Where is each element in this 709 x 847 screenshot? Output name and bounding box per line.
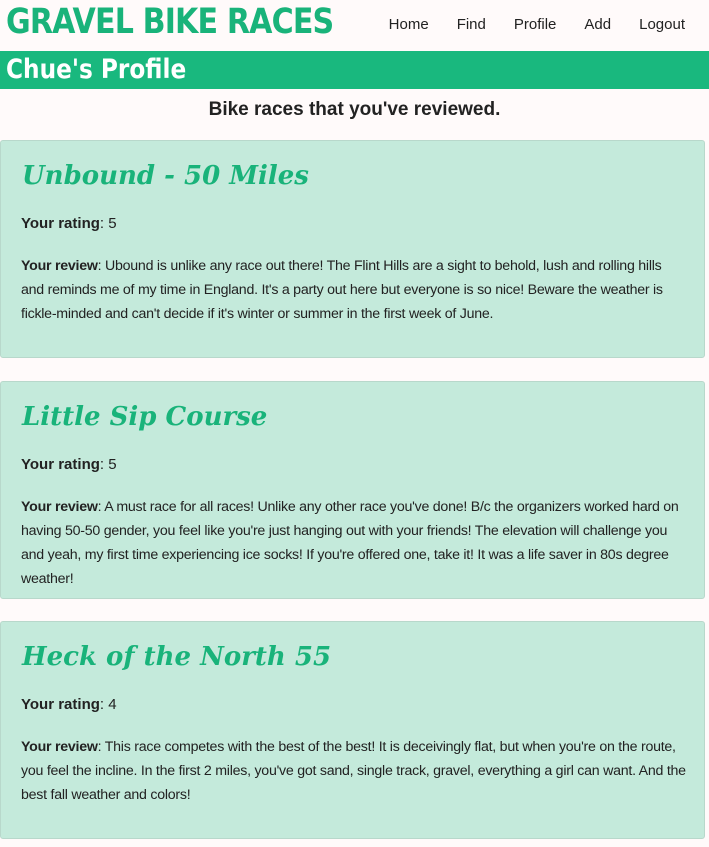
rating-label: Your rating — [21, 456, 100, 473]
review-card: Heck of the North 55 Your rating: 4 Your… — [0, 621, 705, 839]
review-label: Your review — [21, 499, 98, 515]
rating-value: : 5 — [99, 456, 117, 473]
race-name: Little Sip Course — [22, 402, 268, 432]
site-title: GRAVEL BIKE RACES — [6, 2, 334, 42]
review-line: Your review: This race competes with the… — [21, 735, 687, 807]
race-name: Heck of the North 55 — [22, 642, 332, 672]
nav-add-link[interactable]: Add — [584, 16, 631, 33]
nav-profile-link[interactable]: Profile — [514, 16, 577, 33]
review-label: Your review — [21, 258, 98, 274]
reviews-subheading: Bike races that you've reviewed. — [208, 99, 501, 120]
nav-find-link[interactable]: Find — [457, 16, 506, 33]
review-text: : This race competes with the best of th… — [21, 739, 686, 803]
review-label: Your review — [21, 739, 98, 755]
review-text: : Ubound is unlike any race out there! T… — [21, 258, 663, 322]
rating-line: Your rating: 5 — [21, 214, 117, 234]
rating-label: Your rating — [21, 696, 100, 713]
review-card: Little Sip Course Your rating: 5 Your re… — [0, 381, 705, 599]
main-nav: Home Find Profile Add Logout — [389, 0, 709, 48]
profile-banner: Chue's Profile — [0, 51, 709, 89]
nav-logout-link[interactable]: Logout — [639, 16, 709, 33]
race-name: Unbound - 50 Miles — [22, 161, 309, 191]
review-text: : A must race for all races! Unlike any … — [21, 499, 679, 587]
rating-line: Your rating: 4 — [21, 695, 117, 715]
rating-value: : 4 — [99, 696, 117, 713]
review-card: Unbound - 50 Miles Your rating: 5 Your r… — [0, 140, 705, 358]
profile-title: Chue's Profile — [6, 54, 187, 85]
rating-label: Your rating — [21, 215, 100, 232]
site-header: GRAVEL BIKE RACES Home Find Profile Add … — [0, 0, 709, 51]
review-line: Your review: Ubound is unlike any race o… — [21, 254, 687, 326]
rating-value: : 5 — [99, 215, 117, 232]
review-line: Your review: A must race for all races! … — [21, 495, 687, 591]
rating-line: Your rating: 5 — [21, 455, 117, 475]
nav-home-link[interactable]: Home — [389, 16, 449, 33]
